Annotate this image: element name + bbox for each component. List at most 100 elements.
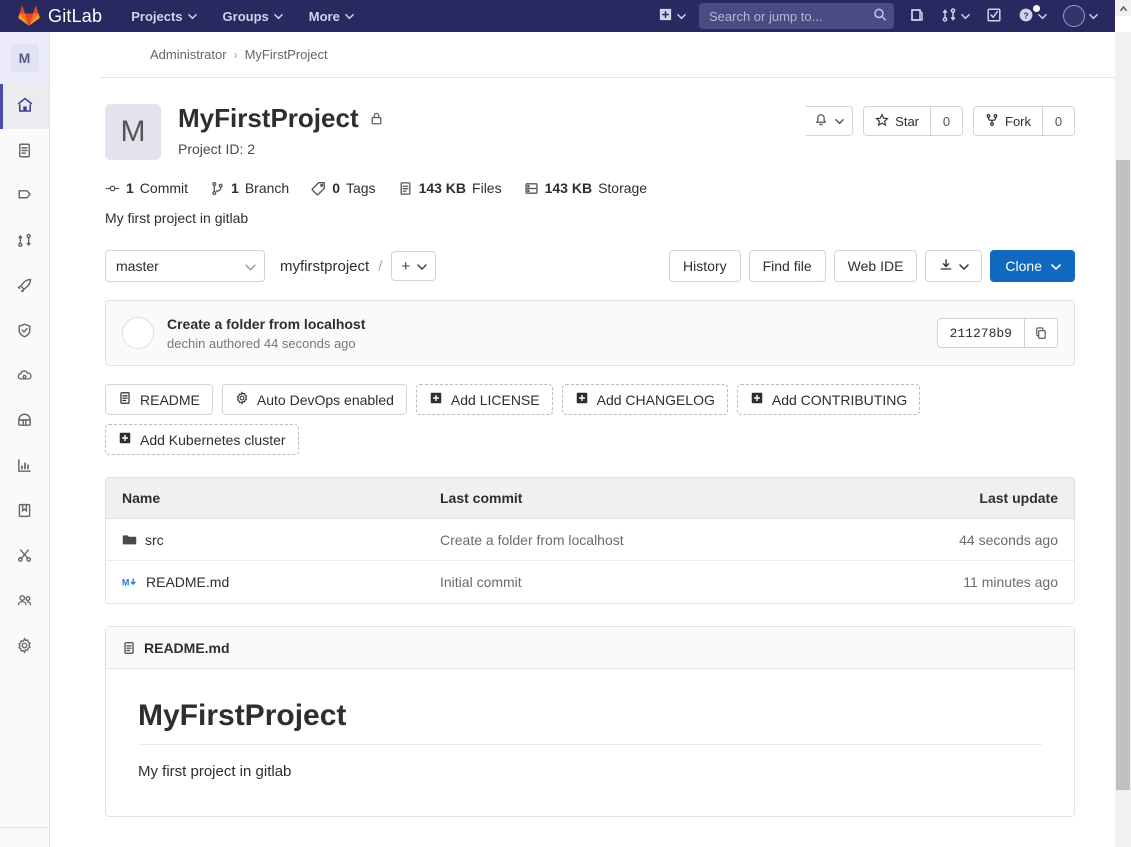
sidebar-item-project-overview[interactable] xyxy=(0,84,49,129)
breadcrumb-project[interactable]: MyFirstProject xyxy=(245,47,328,62)
file-last-update: 11 minutes ago xyxy=(963,574,1058,590)
stat-storage[interactable]: 143 KB Storage xyxy=(524,180,647,196)
sidebar-item-members[interactable] xyxy=(0,579,49,624)
document-icon xyxy=(122,641,136,655)
vertical-scrollbar[interactable] xyxy=(1115,32,1131,847)
todo-checkbox-icon xyxy=(986,7,1002,26)
notification-dot-icon xyxy=(1033,5,1040,12)
file-name-link[interactable]: src xyxy=(145,532,164,548)
sidebar-item-snippets[interactable] xyxy=(0,534,49,579)
svg-text:?: ? xyxy=(1023,10,1028,20)
readme-badge-button[interactable]: README xyxy=(105,384,213,415)
download-dropdown-button[interactable] xyxy=(925,250,983,282)
file-last-commit[interactable]: Create a folder from localhost xyxy=(440,532,894,548)
sidebar-item-cicd[interactable] xyxy=(0,264,49,309)
star-button[interactable]: Star xyxy=(863,106,931,136)
file-icon xyxy=(398,181,413,196)
merge-requests-nav-button[interactable] xyxy=(934,0,977,32)
branch-selector-value: master xyxy=(116,258,159,274)
copy-clipboard-icon[interactable] xyxy=(1024,318,1058,348)
merge-request-icon xyxy=(16,232,33,252)
stat-branches[interactable]: 1 Branch xyxy=(210,180,289,196)
sidebar-item-issues[interactable] xyxy=(0,174,49,219)
stat-commits[interactable]: 1 Commit xyxy=(105,180,188,196)
issues-nav-button[interactable] xyxy=(902,0,932,32)
plus-square-icon xyxy=(750,391,764,408)
readme-paragraph: My first project in gitlab xyxy=(138,763,292,780)
commit-title[interactable]: Create a folder from localhost xyxy=(167,316,365,332)
repo-path-root[interactable]: myfirstproject xyxy=(280,258,369,275)
chevron-down-icon xyxy=(1051,262,1061,271)
star-count[interactable]: 0 xyxy=(931,106,963,136)
star-button-group[interactable]: Star 0 xyxy=(863,106,963,136)
create-new-dropdown[interactable] xyxy=(651,0,693,32)
todos-nav-button[interactable] xyxy=(979,0,1009,32)
stat-tags[interactable]: 0 Tags xyxy=(311,180,376,196)
table-row[interactable]: src Create a folder from localhost 44 se… xyxy=(106,519,1074,561)
add-license-button[interactable]: Add LICENSE xyxy=(415,384,553,415)
find-file-button[interactable]: Find file xyxy=(748,250,826,282)
history-button[interactable]: History xyxy=(669,250,741,282)
stat-commits-value: 1 xyxy=(126,180,134,196)
stat-branches-value: 1 xyxy=(231,180,239,196)
markdown-icon: M xyxy=(122,577,138,588)
bell-icon xyxy=(814,113,828,130)
sidebar-item-analytics[interactable] xyxy=(0,444,49,489)
commit-sha[interactable]: 211278b9 xyxy=(936,318,1024,348)
sidebar-item-settings[interactable] xyxy=(0,624,49,669)
clone-button[interactable]: Clone xyxy=(990,250,1075,282)
stat-files-value: 143 KB xyxy=(418,180,467,196)
web-ide-button[interactable]: Web IDE xyxy=(833,250,918,282)
help-nav-button[interactable]: ? xyxy=(1011,0,1054,32)
sidebar-item-security[interactable] xyxy=(0,309,49,354)
tag-icon xyxy=(311,181,326,196)
table-header-last-commit: Last commit xyxy=(440,490,523,506)
notification-bell-button[interactable] xyxy=(806,106,854,136)
notification-dropdown[interactable] xyxy=(806,106,854,136)
sidebar-item-merge-requests[interactable] xyxy=(0,219,49,264)
search-box[interactable] xyxy=(699,3,894,29)
add-changelog-button[interactable]: Add CHANGELOG xyxy=(561,384,728,415)
fork-button-group[interactable]: Fork 0 xyxy=(973,106,1075,136)
branch-selector[interactable]: master xyxy=(105,250,265,282)
file-last-commit[interactable]: Initial commit xyxy=(440,574,894,590)
breadcrumb-owner[interactable]: Administrator xyxy=(150,47,227,62)
chevron-down-icon xyxy=(1089,12,1098,21)
readme-filename[interactable]: README.md xyxy=(144,640,230,656)
add-contributing-button[interactable]: Add CONTRIBUTING xyxy=(736,384,921,415)
sidebar-item-operations[interactable] xyxy=(0,354,49,399)
file-last-update: 44 seconds ago xyxy=(959,531,1058,548)
stat-files[interactable]: 143 KB Files xyxy=(398,180,502,196)
navbar-links: Projects Groups More xyxy=(118,0,367,32)
fork-button[interactable]: Fork xyxy=(973,106,1043,136)
search-input[interactable] xyxy=(699,3,894,29)
fork-count[interactable]: 0 xyxy=(1043,106,1075,136)
add-kubernetes-cluster-button[interactable]: Add Kubernetes cluster xyxy=(105,424,299,455)
sidebar-item-repository[interactable] xyxy=(0,129,49,174)
nav-groups[interactable]: Groups xyxy=(210,0,296,32)
sidebar-project-avatar[interactable]: M xyxy=(0,32,49,84)
issues-icon xyxy=(16,187,33,207)
page-title: MyFirstProject xyxy=(178,103,359,133)
sidebar-item-wiki[interactable] xyxy=(0,489,49,534)
commit-icon xyxy=(105,181,120,196)
gitlab-brand[interactable]: GitLab xyxy=(0,0,118,32)
nav-projects[interactable]: Projects xyxy=(118,0,209,32)
auto-devops-badge-button[interactable]: Auto DevOps enabled xyxy=(221,384,407,415)
stat-commits-label: Commit xyxy=(139,180,189,196)
scroll-up-arrow[interactable] xyxy=(1115,0,1131,16)
file-name-link[interactable]: README.md xyxy=(146,574,229,590)
commit-author-avatar xyxy=(122,317,154,349)
sidebar-item-packages[interactable] xyxy=(0,399,49,444)
add-license-label: Add LICENSE xyxy=(450,391,540,408)
lock-icon xyxy=(369,111,384,129)
chevron-down-icon xyxy=(417,262,427,271)
auto-devops-badge-label: Auto DevOps enabled xyxy=(256,391,394,408)
scrollbar-thumb[interactable] xyxy=(1116,160,1130,790)
table-row[interactable]: M README.md Initial commit 11 minutes ag… xyxy=(106,561,1074,603)
svg-text:M: M xyxy=(122,577,129,587)
add-to-tree-button[interactable]: + xyxy=(391,251,437,281)
sidebar-divider xyxy=(0,827,49,828)
user-menu-button[interactable] xyxy=(1056,0,1105,32)
nav-more[interactable]: More xyxy=(296,0,367,32)
